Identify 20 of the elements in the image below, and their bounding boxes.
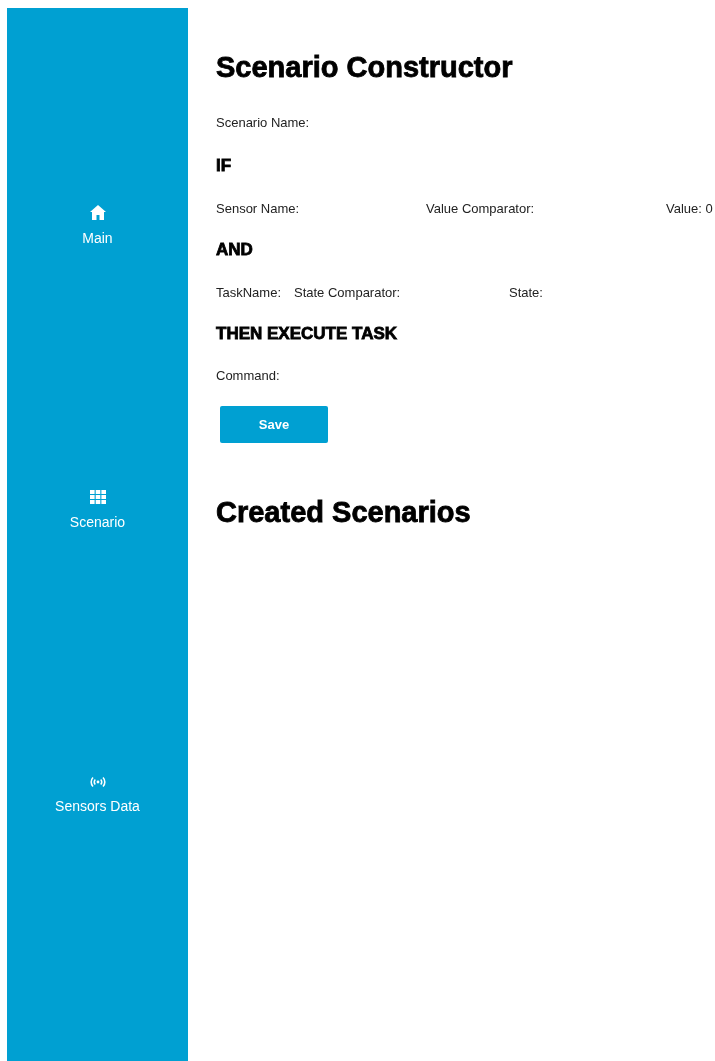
- sidebar-item[interactable]: Main: [7, 205, 188, 491]
- section-heading: THEN EXECUTE TASK: [216, 324, 399, 345]
- grid-icon: [89, 490, 106, 505]
- field-label: Scenario Name:: [216, 113, 311, 132]
- field-label: Value Comparator:: [426, 199, 536, 218]
- field-label: Sensor Name:: [216, 199, 301, 218]
- page-title: Scenario Constructor: [216, 50, 514, 85]
- field-label: TaskName:: [216, 283, 283, 302]
- field-label: State:: [509, 283, 544, 302]
- section-title: Created Scenarios: [216, 494, 472, 530]
- home-icon: [89, 205, 106, 220]
- field-label: Value: 0: [666, 199, 714, 218]
- section-heading: IF: [216, 156, 233, 177]
- field-label: Command:: [216, 367, 281, 386]
- section-heading: AND: [216, 240, 254, 261]
- field-label: State Comparator:: [294, 283, 402, 302]
- sidebar-item[interactable]: Scenario: [7, 490, 188, 776]
- sidebar-item[interactable]: Sensors Data: [7, 775, 188, 1061]
- broadcast-icon: [88, 775, 107, 788]
- save-button[interactable]: Save: [220, 405, 328, 443]
